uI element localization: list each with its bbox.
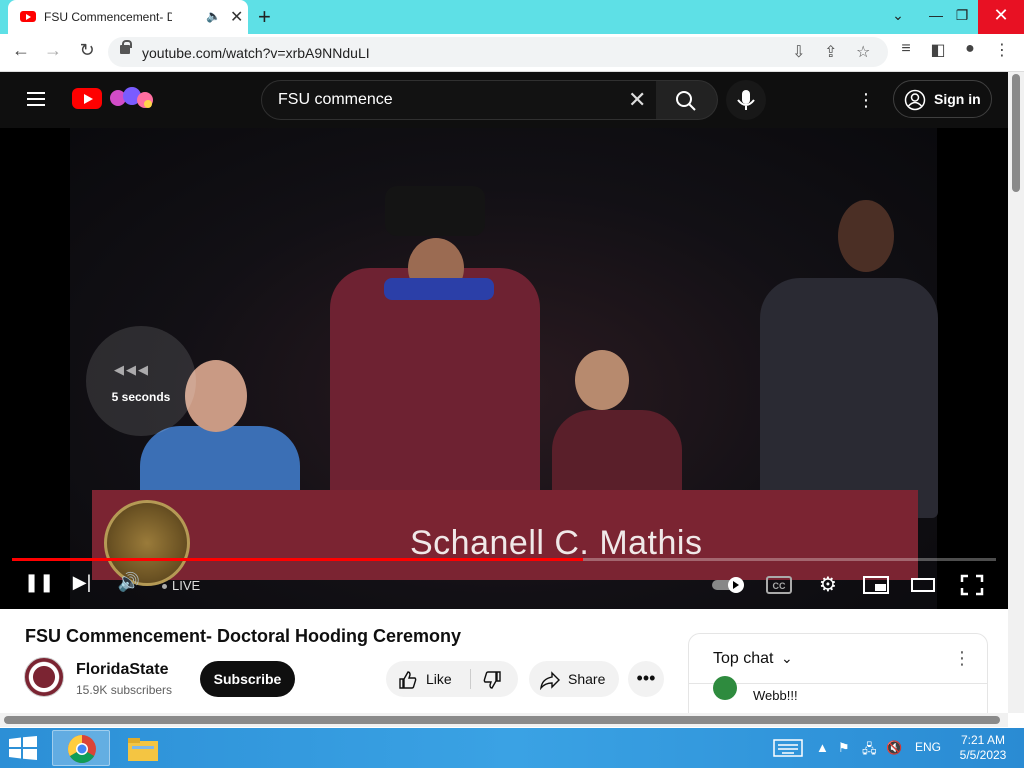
vertical-scrollbar[interactable] (1008, 72, 1024, 713)
presenter-figure (760, 278, 938, 518)
seek-seconds-label: 5 seconds (111, 390, 171, 404)
system-clock[interactable]: 7:21 AM 5/5/2023 (950, 733, 1016, 763)
search-button[interactable] (656, 80, 718, 120)
browser-menu-icon[interactable]: ⋮ (990, 40, 1014, 60)
media-controls-icon[interactable]: ≡ (894, 40, 918, 58)
subscriber-count: 15.9K subscribers (76, 683, 173, 697)
share-label: Share (568, 671, 606, 687)
doctoral-cap (385, 186, 485, 236)
address-bar[interactable]: youtube.com/watch?v=xrbA9NNduLI ⇩ ⇪ ☆ (108, 37, 888, 67)
clear-search-icon[interactable]: ✕ (628, 87, 646, 113)
network-icon[interactable]: 🖧 (862, 740, 877, 762)
browser-toolbar: ← → ↻ youtube.com/watch?v=xrbA9NNduLI ⇩ … (0, 34, 1024, 72)
sign-in-button[interactable]: Sign in (893, 80, 992, 118)
chat-kebab-icon[interactable]: ⋮ (953, 648, 971, 669)
video-player[interactable]: Schanell C. Mathis ◀◀◀ 5 seconds ❚❚ ▶| 🔊… (0, 128, 1008, 609)
subscribe-button[interactable]: Subscribe (200, 661, 295, 697)
tab-title: FSU Commencement- Doctoral Hooding Cerem… (44, 10, 172, 24)
svg-text:CC: CC (773, 581, 786, 591)
progress-bar[interactable] (12, 558, 996, 561)
chevron-down-icon[interactable]: ⌄ (781, 650, 793, 667)
rewind-arrows-icon: ◀◀◀ (114, 362, 150, 377)
live-indicator[interactable]: LIVE (162, 578, 200, 593)
action-center-flag-icon[interactable]: ⚑ (838, 740, 850, 756)
theater-mode-icon[interactable] (910, 577, 936, 593)
touch-keyboard-icon[interactable] (773, 739, 803, 757)
sign-in-label: Sign in (934, 91, 981, 107)
voice-search-button[interactable] (726, 80, 766, 120)
progress-played (12, 558, 583, 561)
miniplayer-icon[interactable] (862, 575, 890, 595)
channel-name[interactable]: FloridaState (76, 661, 168, 679)
hamburger-menu-icon[interactable] (27, 92, 45, 106)
like-dislike-group: Like (386, 661, 518, 697)
tab-audio-playing-icon[interactable]: 🔈 (206, 9, 221, 23)
microphone-icon (737, 90, 755, 110)
profile-avatar-icon[interactable]: ● (958, 40, 982, 58)
search-icon (676, 91, 696, 111)
windows-start-icon[interactable] (8, 736, 38, 760)
chat-message: Webb!!! (753, 688, 798, 703)
pause-icon[interactable]: ❚❚ (24, 572, 54, 598)
clock-time: 7:21 AM (960, 733, 1006, 747)
windows-taskbar: ▲ ⚑ 🖧 🔇 ENG 7:21 AM 5/5/2023 (0, 728, 1024, 768)
share-page-icon[interactable]: ⇪ (824, 42, 837, 62)
show-hidden-icons-icon[interactable]: ▲ (816, 740, 829, 755)
input-language[interactable]: ENG (915, 740, 941, 754)
search-input[interactable]: FSU commence ✕ (261, 80, 657, 120)
top-chat-dropdown[interactable]: Top chat (713, 650, 773, 668)
taskbar-file-explorer[interactable] (114, 730, 172, 766)
volume-muted-icon[interactable]: 🔇 (886, 740, 902, 756)
more-actions-icon[interactable]: ••• (628, 661, 664, 697)
share-button[interactable]: Share (529, 661, 619, 697)
youtube-header: FSU commence ✕ ⋮ Sign in (0, 72, 1008, 128)
account-icon (904, 89, 926, 111)
lock-icon[interactable] (120, 40, 132, 54)
clock-date: 5/5/2023 (959, 748, 1007, 762)
browser-tab-active[interactable]: FSU Commencement- Doctoral Hooding Cerem… (8, 0, 248, 34)
folder-icon (128, 738, 158, 761)
doctoral-hood (384, 278, 494, 300)
thumbs-up-icon[interactable] (398, 670, 418, 690)
taskbar-chrome[interactable] (52, 730, 110, 766)
live-chat-panel: Top chat ⌄ ⋮ Webb!!! (688, 633, 988, 719)
seek-back-overlay: ◀◀◀ 5 seconds (86, 326, 196, 436)
horizontal-scroll-thumb[interactable] (4, 716, 1000, 724)
youtube-doodle-icon[interactable] (108, 84, 156, 112)
youtube-logo-icon[interactable] (72, 88, 102, 109)
vertical-scroll-thumb[interactable] (1012, 74, 1020, 192)
reload-icon[interactable]: ↻ (74, 40, 100, 61)
fullscreen-icon[interactable] (960, 574, 984, 596)
bookmark-star-icon[interactable]: ☆ (856, 42, 870, 62)
forward-arrow-icon[interactable]: → (40, 40, 66, 61)
side-panel-icon[interactable]: ◧ (926, 40, 950, 60)
next-video-icon[interactable]: ▶| (70, 572, 94, 598)
window-close-icon[interactable]: ✕ (978, 0, 1024, 34)
video-title: FSU Commencement- Doctoral Hooding Cerem… (25, 626, 462, 646)
settings-kebab-icon[interactable]: ⋮ (856, 88, 876, 112)
plus-icon[interactable]: + (258, 4, 271, 30)
captions-icon[interactable]: CC (766, 575, 792, 595)
like-divider (470, 669, 471, 689)
thumbs-down-icon[interactable] (482, 670, 502, 690)
search-query-text[interactable]: FSU commence (278, 91, 393, 109)
presenter-face (838, 200, 894, 272)
channel-avatar[interactable] (24, 657, 64, 697)
url-text[interactable]: youtube.com/watch?v=xrbA9NNduLI (142, 45, 370, 61)
seated-faculty-face (575, 350, 629, 410)
autoplay-toggle-icon[interactable] (710, 574, 746, 596)
horizontal-scrollbar[interactable] (0, 713, 1008, 727)
youtube-favicon-icon (20, 11, 36, 22)
graduate-figure (330, 268, 540, 508)
back-arrow-icon[interactable]: ← (8, 40, 34, 61)
like-button[interactable]: Like (426, 671, 452, 687)
share-arrow-icon (540, 671, 560, 690)
settings-gear-icon[interactable]: ⚙ (815, 572, 841, 598)
chrome-icon (68, 735, 96, 763)
tab-close-icon[interactable]: ✕ (230, 7, 243, 27)
chat-author-avatar (713, 676, 737, 700)
install-app-icon[interactable]: ⇩ (792, 42, 805, 62)
volume-icon[interactable]: 🔊 (116, 572, 142, 598)
browser-tab-bar: FSU Commencement- Doctoral Hooding Cerem… (0, 0, 1024, 34)
